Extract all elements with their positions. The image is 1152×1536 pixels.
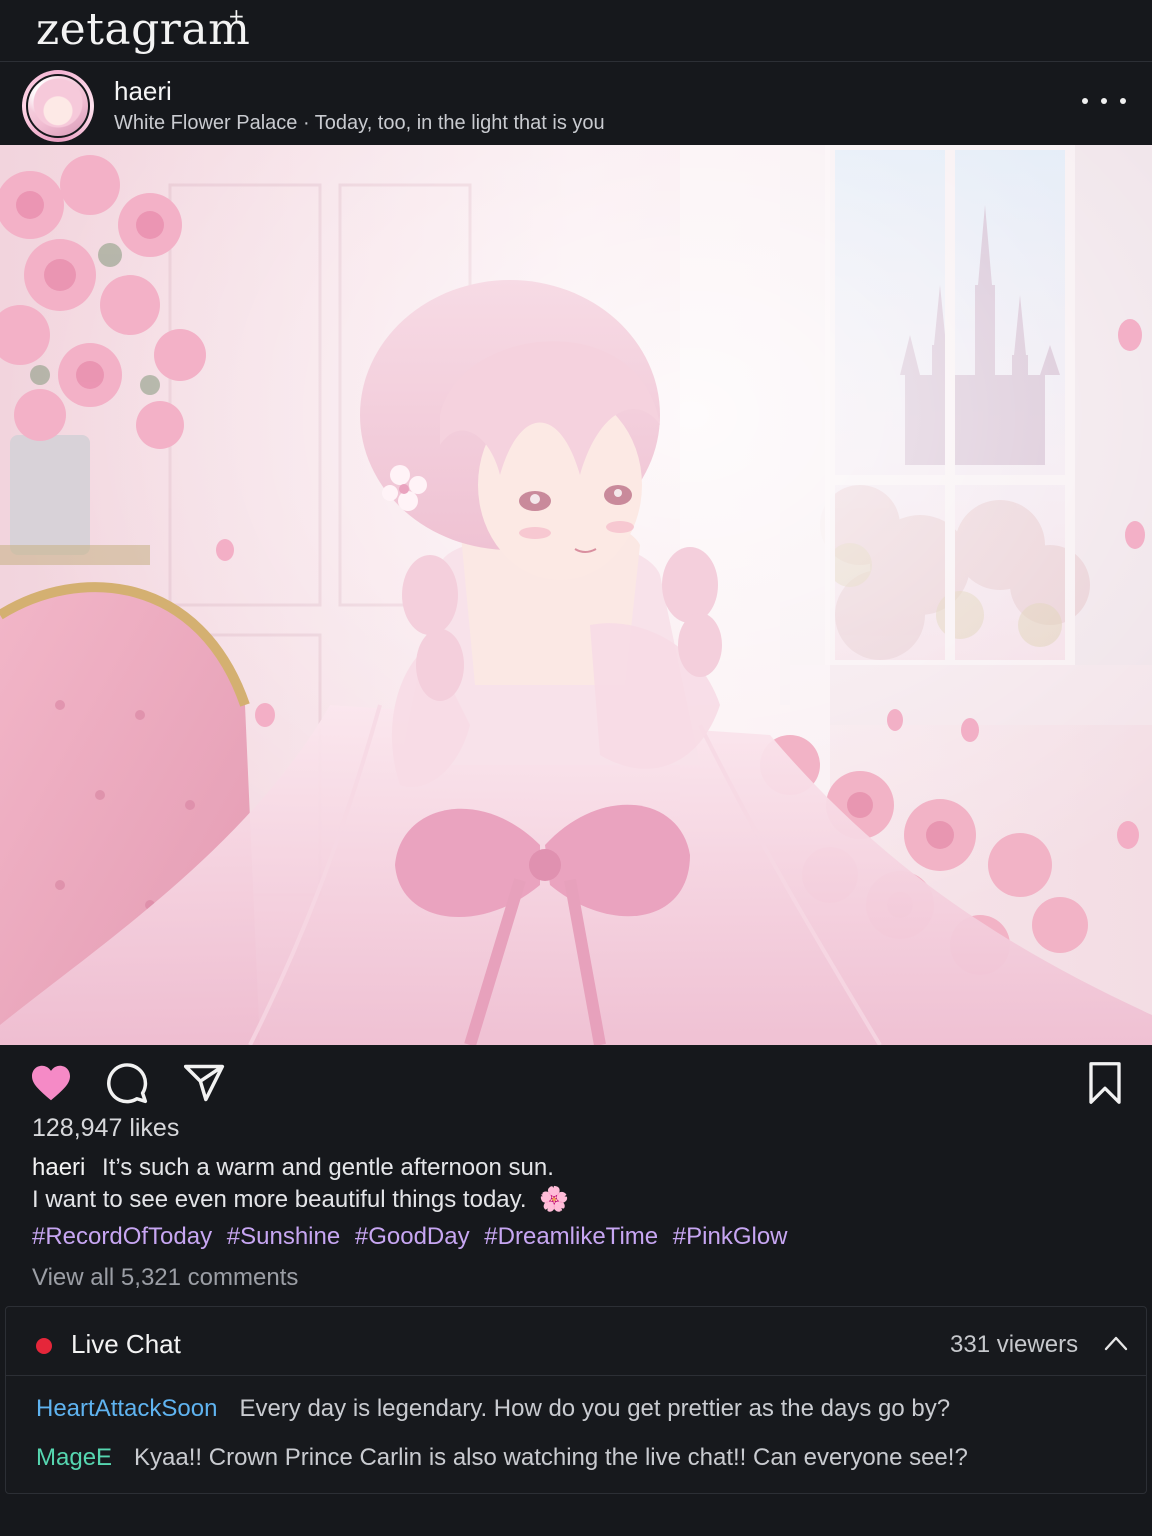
caption-line-2: I want to see even more beautiful things… [32, 1184, 1112, 1216]
chevron-up-icon[interactable] [1102, 1333, 1130, 1353]
chat-text: Kyaa!! Crown Prince Carlin is also watch… [134, 1444, 968, 1471]
avatar[interactable] [26, 74, 90, 138]
avatar-story-ring[interactable] [22, 70, 94, 142]
sparkle-icon: + [228, 4, 245, 28]
likes-count[interactable]: 128,947 likes [32, 1114, 179, 1143]
more-options-button[interactable] [1082, 86, 1126, 116]
caption-username[interactable]: haeri [32, 1154, 85, 1181]
post-actions [0, 1046, 1152, 1116]
like-button[interactable] [28, 1060, 74, 1106]
post-location-caption[interactable]: White Flower Palace · Today, too, in the… [114, 112, 605, 135]
chat-message: MageE Kyaa!! Crown Prince Carlin is also … [36, 1444, 968, 1472]
speech-bubble-icon [107, 1063, 148, 1104]
live-chat-panel: Live Chat 331 viewers HeartAttackSoon Eve… [5, 1306, 1147, 1494]
view-all-comments-link[interactable]: View all 5,321 comments [32, 1264, 298, 1292]
chat-username[interactable]: MageE [36, 1444, 112, 1471]
hashtag-link[interactable]: #PinkGlow [673, 1223, 788, 1250]
live-indicator-icon [36, 1338, 52, 1354]
live-chat-header[interactable]: Live Chat 331 viewers [6, 1307, 1146, 1376]
post-caption: haeri It’s such a warm and gentle aftern… [32, 1152, 1112, 1216]
caption-text-1: It’s such a warm and gentle afternoon su… [102, 1154, 554, 1181]
app-bar: zetagram + [0, 0, 1152, 62]
caption-line-1: haeri It’s such a warm and gentle aftern… [32, 1152, 1112, 1184]
hashtag-link[interactable]: #GoodDay [355, 1223, 470, 1250]
live-chat-title: Live Chat [71, 1329, 181, 1359]
comment-button[interactable] [104, 1060, 150, 1106]
more-dot [1120, 98, 1126, 104]
post-username[interactable]: haeri [114, 76, 172, 107]
viewer-count: 331 viewers [950, 1331, 1079, 1358]
post-header: haeri White Flower Palace · Today, too, … [0, 62, 1152, 144]
heart-filled-icon [32, 1065, 70, 1101]
chat-message: HeartAttackSoon Every day is legendary. H… [36, 1395, 950, 1423]
chat-text: Every day is legendary. How do you get p… [239, 1395, 951, 1422]
bookmark-icon [1089, 1062, 1121, 1104]
cherry-blossom-icon: 🌸 [539, 1186, 570, 1213]
hashtags: #RecordOfToday #Sunshine #GoodDay #Dream… [32, 1223, 796, 1251]
caption-text-2: I want to see even more beautiful things… [32, 1186, 527, 1213]
save-button[interactable] [1082, 1060, 1128, 1106]
app-logo[interactable]: zetagram [36, 4, 250, 55]
post-illustration [0, 145, 1152, 1045]
more-dot [1101, 98, 1107, 104]
share-button[interactable] [181, 1060, 227, 1106]
paper-plane-icon [183, 1064, 225, 1102]
hashtag-link[interactable]: #RecordOfToday [32, 1223, 212, 1250]
more-horizontal-icon [1082, 98, 1088, 104]
hashtag-link[interactable]: #DreamlikeTime [484, 1223, 658, 1250]
chat-username[interactable]: HeartAttackSoon [36, 1395, 217, 1422]
hashtag-link[interactable]: #Sunshine [227, 1223, 340, 1250]
post-image[interactable] [0, 145, 1152, 1045]
